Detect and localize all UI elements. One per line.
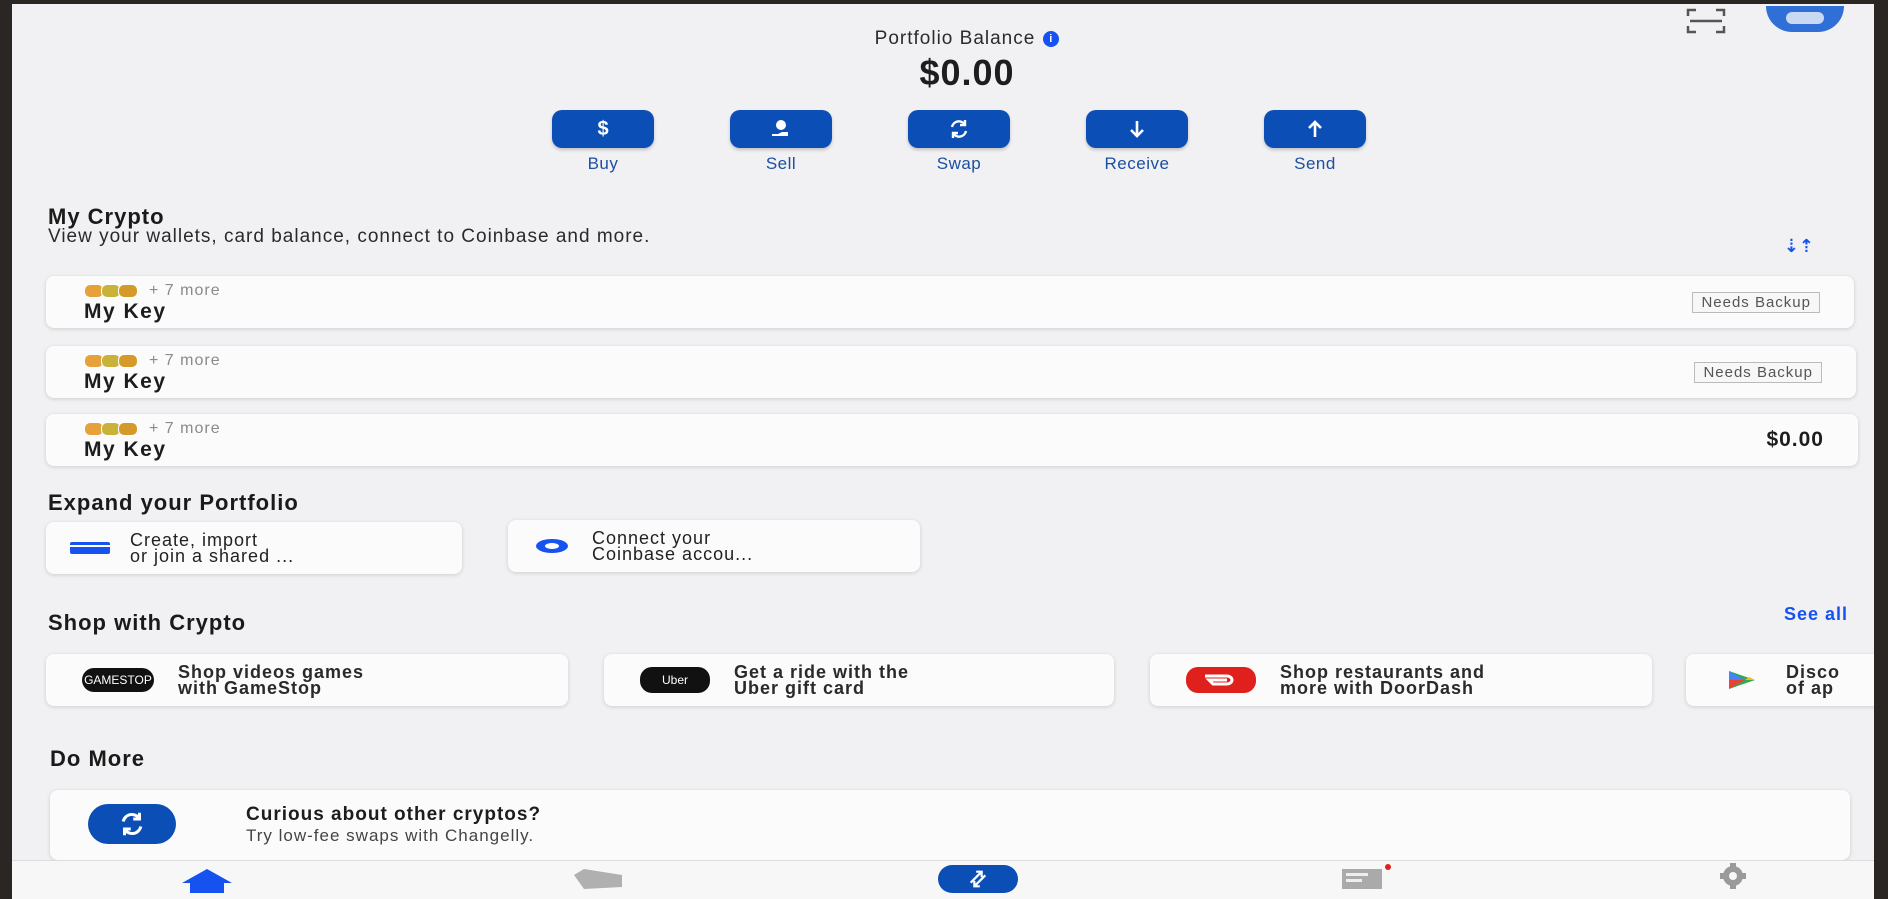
nav-swap[interactable] xyxy=(938,865,1018,893)
shop-uber-card[interactable]: Uber Get a ride with the Uber gift card xyxy=(604,654,1114,706)
shop-gamestop-card[interactable]: GAMESTOP Shop videos games with GameStop xyxy=(46,654,568,706)
more-coins-label: + 7 more xyxy=(149,352,221,369)
tag-icon xyxy=(574,869,622,889)
swap-action[interactable]: Swap xyxy=(908,110,1010,174)
app-screen: Portfolio Balance i $0.00 $ Buy Sell Swa… xyxy=(12,4,1874,899)
shop-doordash-card[interactable]: Shop restaurants and more with DoorDash xyxy=(1150,654,1652,706)
create-wallet-card[interactable]: Create, import or join a shared ... xyxy=(46,522,462,574)
wallet-name: My Key xyxy=(84,438,167,461)
needs-backup-badge[interactable]: Needs Backup xyxy=(1694,362,1822,383)
buy-label: Buy xyxy=(587,154,619,173)
changelly-subtitle: Try low-fee swaps with Changelly. xyxy=(246,826,535,845)
coinbase-icon xyxy=(532,538,572,554)
create-wallet-line2: or join a shared ... xyxy=(130,546,295,566)
sell-button[interactable] xyxy=(730,110,832,148)
swap-nav-icon xyxy=(938,865,1018,893)
nav-collectibles[interactable] xyxy=(572,867,624,896)
uber-logo-icon: Uber xyxy=(640,667,710,693)
more-coins-label: + 7 more xyxy=(149,420,221,437)
wallet-card[interactable]: + 7 more My Key Needs Backup xyxy=(46,346,1856,398)
swap-icon xyxy=(950,120,968,138)
arrow-up-icon xyxy=(1308,120,1322,137)
send-label: Send xyxy=(1294,154,1336,173)
sell-action[interactable]: Sell xyxy=(730,110,832,174)
receive-action[interactable]: Receive xyxy=(1086,110,1188,174)
gamestop-logo-icon: GAMESTOP xyxy=(82,668,154,692)
wallet-card[interactable]: + 7 more My Key Needs Backup xyxy=(46,276,1854,328)
shop-with-crypto-title: Shop with Crypto xyxy=(48,610,247,635)
shop-google-play-card[interactable]: Disco of ap xyxy=(1686,654,1874,706)
google-play-line2: of ap xyxy=(1786,678,1834,698)
sell-label: Sell xyxy=(765,154,797,173)
buy-button[interactable]: $ xyxy=(552,110,654,148)
coin-icon xyxy=(118,284,138,298)
arrow-down-icon xyxy=(1130,121,1144,138)
home-icon xyxy=(182,869,232,893)
changelly-card[interactable]: Curious about other cryptos? Try low-fee… xyxy=(50,790,1850,860)
balance-label: Portfolio Balance xyxy=(874,28,1036,49)
coin-stack: + 7 more xyxy=(84,352,221,370)
uber-line2: Uber gift card xyxy=(734,678,866,698)
coin-icon xyxy=(118,422,138,436)
wallet-name: My Key xyxy=(84,300,167,323)
gamestop-line2: with GameStop xyxy=(178,678,323,698)
collapse-arrows-icon[interactable]: ⇣⇡ xyxy=(1784,236,1814,257)
info-icon[interactable]: i xyxy=(1043,31,1060,47)
doordash-logo-icon xyxy=(1186,667,1256,693)
receive-button[interactable] xyxy=(1086,110,1188,148)
portfolio-balance: Portfolio Balance i $0.00 xyxy=(12,28,1874,94)
changelly-title: Curious about other cryptos? xyxy=(246,804,542,825)
my-crypto-subtitle: View your wallets, card balance, connect… xyxy=(48,226,651,247)
connect-coinbase-line2: Coinbase accou... xyxy=(592,544,754,564)
wallet-card[interactable]: + 7 more My Key $0.00 xyxy=(46,414,1858,466)
action-buttons: $ Buy Sell Swap Receive Send xyxy=(552,110,1366,174)
coin-stack: + 7 more xyxy=(84,282,221,300)
expand-portfolio-title: Expand your Portfolio xyxy=(48,490,299,515)
buy-action[interactable]: $ Buy xyxy=(552,110,654,174)
nav-notifications[interactable] xyxy=(1338,863,1392,896)
bottom-nav xyxy=(12,860,1874,899)
wallet-icon xyxy=(70,540,110,556)
nav-settings[interactable] xyxy=(1706,863,1760,894)
connect-coinbase-card[interactable]: Connect your Coinbase accou... xyxy=(508,520,920,572)
receipt-icon xyxy=(1342,864,1391,889)
coin-icon xyxy=(118,354,138,368)
send-button[interactable] xyxy=(1264,110,1366,148)
wallet-balance: $0.00 xyxy=(1766,428,1824,451)
doordash-line2: more with DoorDash xyxy=(1280,678,1475,698)
hand-coin-icon xyxy=(772,120,788,136)
wallet-name: My Key xyxy=(84,370,167,393)
google-play-icon xyxy=(1722,668,1762,692)
swap-circle-icon xyxy=(88,804,176,844)
receive-label: Receive xyxy=(1104,154,1170,173)
nav-home[interactable] xyxy=(180,867,234,898)
needs-backup-badge[interactable]: Needs Backup xyxy=(1692,292,1820,313)
coin-stack: + 7 more xyxy=(84,420,221,438)
send-action[interactable]: Send xyxy=(1264,110,1366,174)
balance-value: $0.00 xyxy=(919,52,1015,93)
do-more-title: Do More xyxy=(50,746,145,771)
more-coins-label: + 7 more xyxy=(149,282,221,299)
swap-button[interactable] xyxy=(908,110,1010,148)
dollar-icon: $ xyxy=(597,117,609,140)
see-all-link[interactable]: See all xyxy=(1784,604,1848,625)
gear-icon xyxy=(1720,863,1746,889)
swap-label: Swap xyxy=(936,154,982,173)
